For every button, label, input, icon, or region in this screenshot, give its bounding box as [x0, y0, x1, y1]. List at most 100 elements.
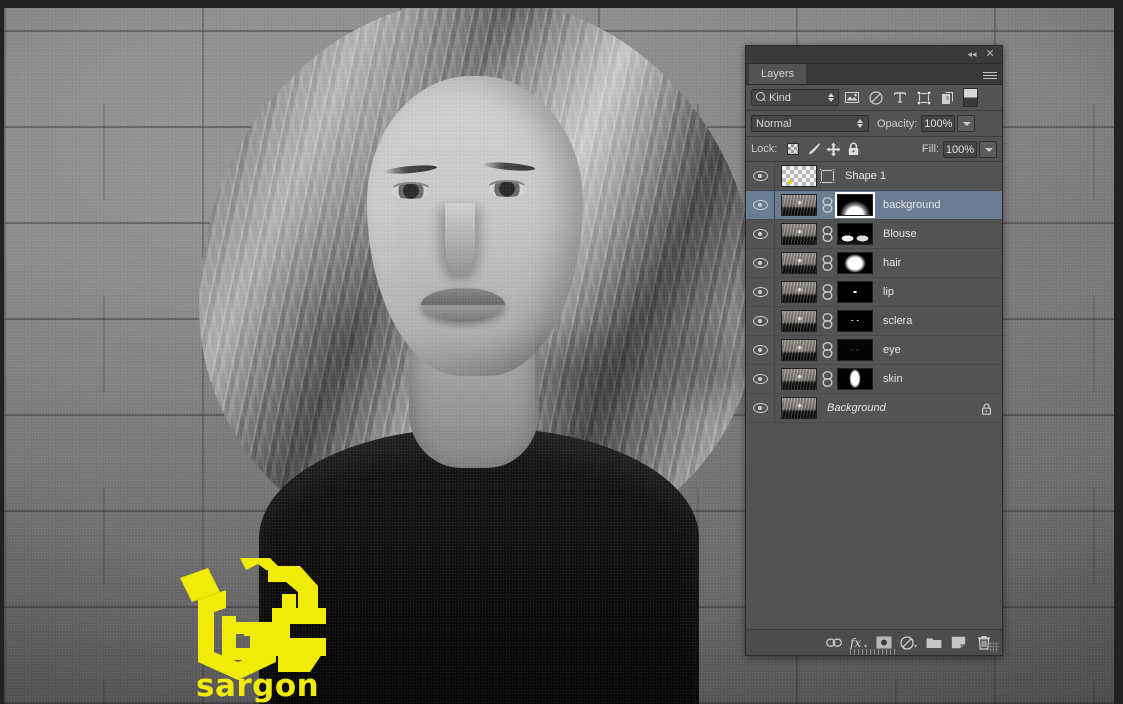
layer-name[interactable]: Background [827, 402, 886, 414]
mask-link-icon[interactable] [820, 252, 834, 274]
layer-visibility-toggle[interactable] [746, 191, 775, 219]
eye-icon [752, 200, 768, 210]
fill-dropdown-icon[interactable] [979, 140, 997, 158]
lock-position-icon[interactable] [823, 140, 843, 158]
layer-row-shape-1[interactable]: Shape 1 [746, 162, 1002, 191]
layer-thumbnails [775, 165, 835, 187]
opacity-dropdown-icon[interactable] [957, 115, 976, 132]
magnifier-icon [755, 92, 766, 103]
lock-transparent-pixels-icon[interactable] [783, 140, 803, 158]
opacity-label: Opacity: [877, 117, 918, 130]
panel-menu-icon[interactable] [983, 68, 997, 80]
panel-grip-knob[interactable] [850, 649, 898, 655]
layer-visibility-toggle[interactable] [746, 307, 775, 335]
layer-thumbnails [775, 192, 875, 218]
eye-icon [752, 229, 768, 239]
lock-row: Lock: Fill: 100% [746, 137, 1002, 161]
tab-layers[interactable]: Layers [749, 64, 807, 84]
layer-mask-thumbnail[interactable] [837, 310, 873, 332]
layer-thumbnail[interactable] [781, 368, 817, 390]
layer-row-sclera[interactable]: sclera [746, 307, 1002, 336]
layer-row-hair[interactable]: hair [746, 249, 1002, 278]
layer-thumbnails [775, 252, 873, 274]
layer-list[interactable]: Shape 1 background Blouse hair lip sclera eye s… [746, 162, 1002, 552]
layer-row-blouse[interactable]: Blouse [746, 220, 1002, 249]
layer-visibility-toggle[interactable] [746, 394, 775, 422]
layer-visibility-toggle[interactable] [746, 336, 775, 364]
layer-name[interactable]: Shape 1 [845, 170, 886, 182]
blend-section: Normal Opacity: 100% [746, 111, 1002, 137]
layer-name[interactable]: hair [883, 257, 901, 269]
blend-row: Normal Opacity: 100% [746, 111, 1002, 136]
eye-icon [752, 258, 768, 268]
filter-shape-layers-icon[interactable] [913, 88, 935, 108]
mask-link-icon[interactable] [820, 223, 834, 245]
lock-label: Lock: [751, 143, 778, 155]
layer-thumbnail[interactable] [781, 310, 817, 332]
blend-mode-stepper-icon[interactable] [857, 118, 864, 129]
layer-visibility-toggle[interactable] [746, 278, 775, 306]
layer-row-lip[interactable]: lip [746, 278, 1002, 307]
layer-mask-thumbnail[interactable] [837, 223, 873, 245]
filter-kind-select[interactable]: Kind [751, 89, 839, 106]
layer-thumbnail[interactable] [781, 397, 817, 419]
layer-row-eye[interactable]: eye [746, 336, 1002, 365]
layers-panel[interactable]: ◂◂ ✕ Layers Kind Normal Opacity: 100% Lo… [745, 45, 1003, 656]
layer-mask-thumbnail[interactable] [837, 252, 873, 274]
opacity-input[interactable]: 100% [921, 115, 956, 132]
layer-name[interactable]: skin [883, 373, 903, 385]
filter-smart-object-icon[interactable] [937, 88, 959, 108]
layer-row-skin[interactable]: skin [746, 365, 1002, 394]
layer-row-background[interactable]: Background [746, 394, 1002, 423]
layer-name[interactable]: sclera [883, 315, 912, 327]
layer-thumbnail[interactable] [781, 194, 817, 216]
layer-name[interactable]: eye [883, 344, 901, 356]
mask-link-icon[interactable] [820, 281, 834, 303]
layer-thumbnails [775, 281, 873, 303]
fill-input[interactable]: 100% [943, 140, 977, 158]
layer-name[interactable]: Blouse [883, 228, 917, 240]
layer-thumbnail[interactable] [781, 165, 817, 187]
layer-visibility-toggle[interactable] [746, 249, 775, 277]
layer-thumbnail[interactable] [781, 339, 817, 361]
layer-mask-thumbnail[interactable] [837, 339, 873, 361]
eye-icon [752, 345, 768, 355]
layer-name[interactable]: lip [883, 286, 894, 298]
layer-thumbnail[interactable] [781, 223, 817, 245]
layer-name[interactable]: background [883, 199, 941, 211]
blend-mode-select[interactable]: Normal [751, 115, 869, 132]
layer-row-background[interactable]: background [746, 191, 1002, 220]
eye-icon [752, 374, 768, 384]
layer-locked-icon [981, 402, 992, 415]
filter-adjustment-layers-icon[interactable] [865, 88, 887, 108]
filter-enable-toggle[interactable] [963, 88, 978, 107]
mask-link-icon[interactable] [820, 310, 834, 332]
lock-image-pixels-icon[interactable] [803, 140, 823, 158]
layer-thumbnails [775, 397, 817, 419]
layer-thumbnail[interactable] [781, 252, 817, 274]
updown-stepper-icon[interactable] [828, 92, 835, 103]
panel-titlebar: ◂◂ ✕ [746, 46, 1002, 64]
layer-visibility-toggle[interactable] [746, 162, 775, 190]
layer-mask-thumbnail[interactable] [837, 368, 873, 390]
close-icon[interactable]: ✕ [984, 49, 996, 60]
layer-thumbnails [775, 310, 873, 332]
layer-thumbnails [775, 223, 873, 245]
filter-pixel-layers-icon[interactable] [841, 88, 863, 108]
layer-thumbnail[interactable] [781, 281, 817, 303]
vector-mask-thumbnail[interactable] [819, 167, 835, 185]
layer-visibility-toggle[interactable] [746, 220, 775, 248]
eye-icon [752, 287, 768, 297]
collapse-to-icons-icon[interactable]: ◂◂ [966, 49, 978, 60]
mask-link-icon[interactable] [820, 368, 834, 390]
layer-mask-thumbnail[interactable] [835, 192, 875, 218]
mask-link-icon[interactable] [820, 194, 834, 216]
fill-label: Fill: [921, 143, 939, 155]
panel-resize-handle[interactable] [746, 648, 1002, 656]
filter-type-layers-icon[interactable] [889, 88, 911, 108]
shape-color-dot [788, 180, 792, 184]
mask-link-icon[interactable] [820, 339, 834, 361]
lock-all-icon[interactable] [843, 140, 863, 158]
layer-mask-thumbnail[interactable] [837, 281, 873, 303]
layer-visibility-toggle[interactable] [746, 365, 775, 393]
